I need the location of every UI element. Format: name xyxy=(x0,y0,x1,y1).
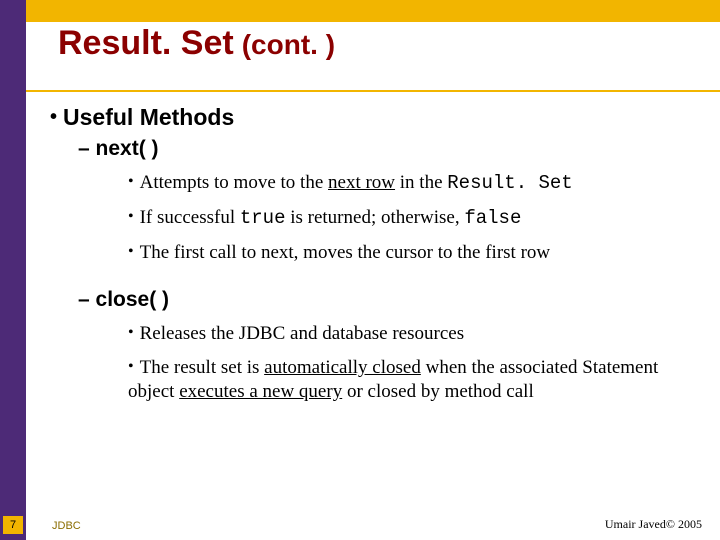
next-bullet-3: •The first call to next, moves the curso… xyxy=(128,241,705,265)
slide-title: Result. Set (cont. ) xyxy=(58,24,698,88)
bullet-disc-icon: • xyxy=(128,173,140,190)
title-main: Result. Set xyxy=(58,24,234,63)
close-bullet-1: •Releases the JDBC and database resource… xyxy=(128,322,705,346)
bullet-disc-icon: • xyxy=(128,208,140,225)
slide-number: 7 xyxy=(10,519,16,531)
text: The result set is xyxy=(140,357,265,378)
top-accent-bar xyxy=(0,0,720,22)
bullet-disc-icon: • xyxy=(128,243,140,260)
bullet-disc-icon: • xyxy=(50,106,63,128)
side-accent-bar xyxy=(0,0,26,540)
code-text: false xyxy=(464,207,521,229)
text: If successful xyxy=(140,207,240,228)
method-close: – close( ) xyxy=(78,288,705,312)
text-underline: next row xyxy=(328,172,395,193)
text: The first call to next, moves the cursor… xyxy=(140,242,551,263)
close-bullet-2: •The result set is automatically closed … xyxy=(128,356,705,404)
text: is returned; otherwise, xyxy=(285,207,464,228)
title-underline xyxy=(26,90,720,92)
next-bullet-1: •Attempts to move to the next row in the… xyxy=(128,171,705,196)
method-next: – next( ) xyxy=(78,137,705,161)
text-underline: executes a new query xyxy=(179,381,342,402)
next-bullet-2: •If successful true is returned; otherwi… xyxy=(128,206,705,231)
text: in the xyxy=(395,172,447,193)
code-text: true xyxy=(240,207,286,229)
bullet-disc-icon: • xyxy=(128,358,140,375)
title-sub: (cont. ) xyxy=(242,29,335,61)
footer-right-credit: Umair Javed© 2005 xyxy=(605,517,702,532)
text: or closed by method call xyxy=(342,381,534,402)
text-underline: automatically closed xyxy=(264,357,421,378)
text: Attempts to move to the xyxy=(140,172,328,193)
code-text: Result. Set xyxy=(447,172,572,194)
text: Releases the JDBC and database resources xyxy=(140,323,464,344)
slide-number-badge: 7 xyxy=(3,516,23,534)
slide: Result. Set (cont. ) •Useful Methods – n… xyxy=(0,0,720,540)
heading-text: Useful Methods xyxy=(63,104,234,130)
bullet-disc-icon: • xyxy=(128,324,140,341)
footer-left-label: JDBC xyxy=(52,520,81,532)
heading-useful-methods: •Useful Methods xyxy=(50,104,705,131)
content-body: •Useful Methods – next( ) •Attempts to m… xyxy=(50,104,705,414)
